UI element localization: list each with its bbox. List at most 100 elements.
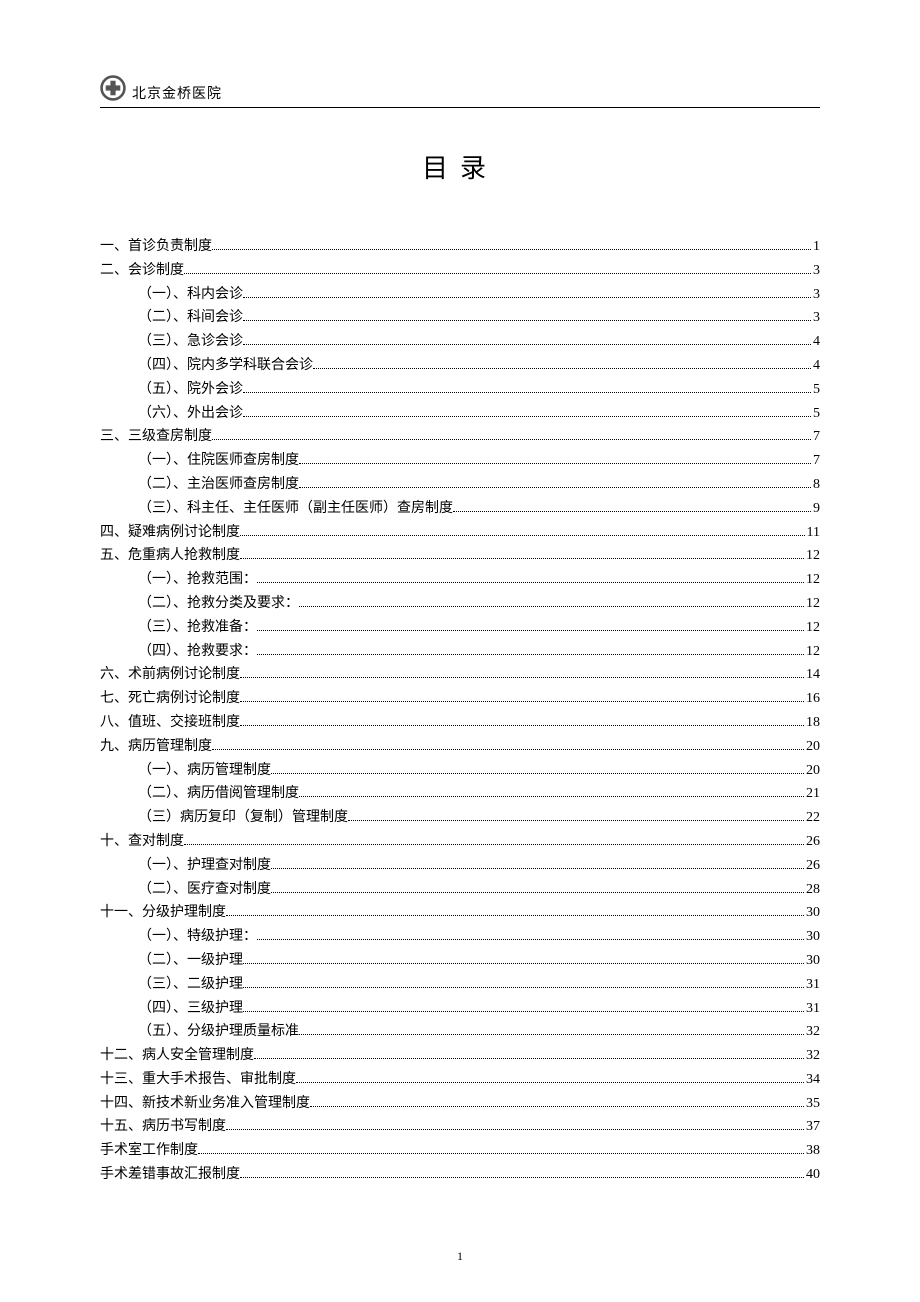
toc-entry[interactable]: 六、术前病例讨论制度14	[100, 663, 820, 687]
toc-entry[interactable]: （四）、三级护理31	[100, 997, 820, 1021]
toc-entry[interactable]: 十一、分级护理制度30	[100, 901, 820, 925]
toc-entry-label: 十四、新技术新业务准入管理制度	[100, 1092, 310, 1116]
toc-entry[interactable]: 十五、病历书写制度37	[100, 1115, 820, 1139]
toc-entry-page: 3	[813, 306, 820, 330]
toc-entry-label: 十三、重大手术报告、审批制度	[100, 1068, 296, 1092]
toc-entry[interactable]: （五）、院外会诊 5	[100, 378, 820, 402]
toc-entry[interactable]: （三）、抢救准备：12	[100, 616, 820, 640]
toc-entry[interactable]: （三）病历复印（复制）管理制度22	[100, 806, 820, 830]
toc-entry[interactable]: （一）、病历管理制度20	[100, 759, 820, 783]
toc-entry-page: 5	[813, 378, 820, 402]
toc-entry-label: （一）、护理查对制度	[138, 854, 271, 878]
toc-leader-dots	[212, 439, 811, 440]
toc-entry[interactable]: （一）、抢救范围：12	[100, 568, 820, 592]
toc-leader-dots	[243, 987, 804, 988]
toc-entry[interactable]: （四）、院内多学科联合会诊4	[100, 354, 820, 378]
toc-entry[interactable]: 手术室工作制度38	[100, 1139, 820, 1163]
toc-entry-page: 7	[813, 425, 820, 449]
toc-leader-dots	[310, 1106, 804, 1107]
toc-entry-label: 五、危重病人抢救制度	[100, 544, 240, 568]
toc-entry-label: （一）、抢救范围：	[138, 568, 257, 592]
toc-leader-dots	[299, 606, 804, 607]
toc-entry-page: 38	[806, 1139, 820, 1163]
toc-entry-page: 20	[806, 735, 820, 759]
toc-leader-dots	[243, 963, 804, 964]
toc-leader-dots	[240, 535, 805, 536]
toc-entry[interactable]: 十四、新技术新业务准入管理制度 35	[100, 1092, 820, 1116]
toc-entry[interactable]: （三）、急诊会诊4	[100, 330, 820, 354]
toc-leader-dots	[240, 701, 804, 702]
toc-entry-label: （一）、特级护理：	[138, 925, 257, 949]
toc-leader-dots	[271, 773, 804, 774]
toc-entry-label: 九、病历管理制度	[100, 735, 212, 759]
toc-entry-label: （三）病历复印（复制）管理制度	[138, 806, 348, 830]
toc-leader-dots	[198, 1153, 804, 1154]
toc-entry[interactable]: 三、三级查房制度7	[100, 425, 820, 449]
toc-entry[interactable]: （一）、科内会诊3	[100, 283, 820, 307]
hospital-cross-icon	[100, 75, 126, 101]
toc-entry-label: （三）、急诊会诊	[138, 330, 243, 354]
toc-entry-page: 28	[806, 878, 820, 902]
toc-entry[interactable]: （一）、护理查对制度26	[100, 854, 820, 878]
toc-entry-page: 37	[806, 1115, 820, 1139]
toc-entry-page: 40	[806, 1163, 820, 1187]
toc-leader-dots	[271, 868, 804, 869]
toc-entry-label: （五）、分级护理质量标准	[138, 1020, 299, 1044]
toc-leader-dots	[243, 1011, 804, 1012]
toc-entry-page: 35	[806, 1092, 820, 1116]
toc-entry[interactable]: （二）、一级护理 30	[100, 949, 820, 973]
toc-entry-label: 十二、病人安全管理制度	[100, 1044, 254, 1068]
toc-entry[interactable]: （二）、科间会诊3	[100, 306, 820, 330]
toc-entry-label: （二）、一级护理	[138, 949, 243, 973]
toc-entry[interactable]: 一、首诊负责制度1	[100, 235, 820, 259]
toc-entry-page: 7	[813, 449, 820, 473]
toc-entry-label: （二）、病历借阅管理制度	[138, 782, 299, 806]
toc-entry-label: 七、死亡病例讨论制度	[100, 687, 240, 711]
toc-leader-dots	[299, 487, 811, 488]
toc-entry[interactable]: （一）、住院医师查房制度7	[100, 449, 820, 473]
toc-entry-page: 32	[806, 1020, 820, 1044]
toc-entry[interactable]: （一）、特级护理：30	[100, 925, 820, 949]
toc-leader-dots	[257, 582, 804, 583]
page-header: 北京金桥医院	[100, 75, 820, 108]
header-hospital-name: 北京金桥医院	[132, 83, 222, 103]
toc-entry[interactable]: 七、死亡病例讨论制度16	[100, 687, 820, 711]
toc-entry[interactable]: 十二、病人安全管理制度32	[100, 1044, 820, 1068]
toc-entry-label: 一、首诊负责制度	[100, 235, 212, 259]
toc-leader-dots	[243, 344, 811, 345]
toc-entry-label: （五）、院外会诊	[138, 378, 243, 402]
toc-entry[interactable]: 五、危重病人抢救制度12	[100, 544, 820, 568]
toc-entry[interactable]: （五）、分级护理质量标准 32	[100, 1020, 820, 1044]
toc-leader-dots	[240, 558, 804, 559]
toc-leader-dots	[243, 297, 811, 298]
toc-entry-label: （六）、外出会诊	[138, 402, 243, 426]
toc-entry[interactable]: （三）、二级护理31	[100, 973, 820, 997]
toc-entry[interactable]: （二）、医疗查对制度 28	[100, 878, 820, 902]
toc-entry-page: 11	[807, 521, 820, 545]
toc-leader-dots	[212, 249, 811, 250]
toc-entry[interactable]: 二、会诊制度3	[100, 259, 820, 283]
toc-entry[interactable]: 手术差错事故汇报制度40	[100, 1163, 820, 1187]
toc-leader-dots	[240, 725, 804, 726]
toc-entry-page: 30	[806, 949, 820, 973]
toc-entry[interactable]: 十、查对制度26	[100, 830, 820, 854]
toc-entry-label: （三）、科主任、主任医师（副主任医师）查房制度	[138, 497, 453, 521]
toc-leader-dots	[184, 844, 804, 845]
toc-entry[interactable]: （二）、抢救分类及要求：12	[100, 592, 820, 616]
toc-leader-dots	[257, 630, 804, 631]
toc-entry-page: 3	[813, 283, 820, 307]
toc-leader-dots	[243, 320, 811, 321]
toc-entry[interactable]: （二）、主治医师查房制度8	[100, 473, 820, 497]
toc-leader-dots	[257, 939, 804, 940]
toc-entry[interactable]: （四）、抢救要求：12	[100, 640, 820, 664]
toc-entry[interactable]: 十三、重大手术报告、审批制度34	[100, 1068, 820, 1092]
toc-entry[interactable]: （六）、外出会诊5	[100, 402, 820, 426]
toc-entry[interactable]: 九、病历管理制度 20	[100, 735, 820, 759]
toc-entry[interactable]: （三）、科主任、主任医师（副主任医师）查房制度9	[100, 497, 820, 521]
toc-entry-label: （二）、医疗查对制度	[138, 878, 271, 902]
toc-entry[interactable]: （二）、病历借阅管理制度21	[100, 782, 820, 806]
toc-entry-label: （二）、抢救分类及要求：	[138, 592, 299, 616]
toc-entry[interactable]: 八、值班、交接班制度18	[100, 711, 820, 735]
toc-entry-label: （二）、主治医师查房制度	[138, 473, 299, 497]
toc-entry[interactable]: 四、疑难病例讨论制度11	[100, 521, 820, 545]
